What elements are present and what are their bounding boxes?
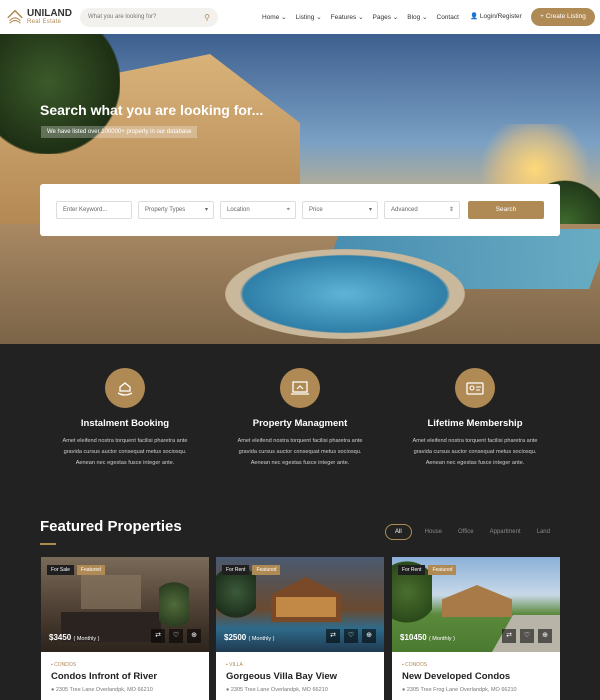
feature-desc: Amet eleifend nostra torquent facilisi p… — [412, 438, 538, 466]
status-badge: For Rent — [398, 565, 426, 575]
feature-title: Lifetime Membership — [427, 418, 523, 429]
feature-management: Property Managment Amet eleifend nostra … — [210, 368, 390, 469]
compare-icon[interactable]: ⇄ — [326, 629, 340, 643]
create-listing-button[interactable]: + Create Listing — [531, 8, 595, 26]
property-card[interactable]: For Sale Featured $3450 ( Monthly ) ⇄ ♡ ⊕ ▪… — [41, 557, 209, 700]
feature-desc: Amet eleifend nostra torquent facilisi p… — [237, 438, 363, 466]
property-type-label: Property Types — [145, 207, 186, 213]
hero-pool-image — [225, 249, 465, 339]
compare-icon[interactable]: ⇄ — [151, 629, 165, 643]
filter-land[interactable]: Land — [537, 529, 550, 535]
advanced-label: Advanced — [391, 207, 418, 213]
zoom-icon[interactable]: ⊕ — [187, 629, 201, 643]
property-price: $3450 ( Monthly ) — [49, 633, 100, 642]
featured-badge: Featured — [252, 565, 281, 575]
heart-icon[interactable]: ♡ — [344, 629, 358, 643]
location-icon: ⌖ — [286, 207, 290, 213]
nav-features[interactable]: Features ⌄ — [331, 13, 364, 21]
logo-tagline: Real Estate — [27, 19, 62, 25]
features-section: Instalment Booking Amet eleifend nostra … — [0, 344, 600, 494]
property-price: $10450 ( Monthly ) — [400, 633, 455, 642]
property-image[interactable]: For Rent Featured $2500 ( Monthly ) ⇄ ♡ ⊕ — [216, 557, 384, 652]
property-type: ▪ VILLA — [226, 662, 243, 668]
laptop-house-icon — [280, 368, 320, 408]
featured-badge: Featured — [428, 565, 457, 575]
filter-appartment[interactable]: Appartment — [490, 529, 521, 535]
property-type-select[interactable]: Property Types ▾ — [138, 201, 214, 219]
nav-pages[interactable]: Pages ⌄ — [373, 13, 399, 21]
property-address: ● 2305 Tree Lane Overlandpk, MO 66210 — [226, 687, 328, 693]
property-card[interactable]: For Rent Featured $2500 ( Monthly ) ⇄ ♡ ⊕ ▪… — [216, 557, 384, 700]
heart-icon[interactable]: ♡ — [520, 629, 534, 643]
property-type: ▪ CONDOS — [402, 662, 428, 668]
search-input[interactable]: What you are looking for? ⚲ — [80, 8, 218, 27]
property-address: ● 2305 Tree Frog Lane Overlandpk, MO 662… — [402, 687, 517, 693]
hand-house-icon — [105, 368, 145, 408]
keyword-placeholder: Enter Keyword... — [63, 207, 108, 213]
property-card[interactable]: For Rent Featured $10450 ( Monthly ) ⇄ ♡ ⊕ … — [392, 557, 560, 700]
property-name[interactable]: Gorgeous Villa Bay View — [226, 671, 384, 682]
hero-title: Search what you are looking for... — [40, 102, 264, 118]
main-nav: Home ⌄ Listing ⌄ Features ⌄ Pages ⌄ Blog… — [262, 0, 468, 34]
site-header: UNILAND Real Estate What you are looking… — [0, 0, 600, 34]
chevron-down-icon: ▾ — [368, 207, 372, 213]
nav-blog[interactable]: Blog ⌄ — [407, 13, 427, 21]
nav-listing[interactable]: Listing ⌄ — [296, 13, 322, 21]
logo-name: UNILAND — [27, 8, 72, 19]
user-icon: 👤 — [470, 13, 479, 20]
filter-all[interactable]: All — [385, 524, 412, 540]
filter-office[interactable]: Office — [458, 529, 474, 535]
section-title: Featured Properties — [40, 518, 182, 535]
property-image[interactable]: For Rent Featured $10450 ( Monthly ) ⇄ ♡ ⊕ — [392, 557, 560, 652]
property-image[interactable]: For Sale Featured $3450 ( Monthly ) ⇄ ♡ ⊕ — [41, 557, 209, 652]
property-name[interactable]: Condos Infront of River — [51, 671, 209, 682]
search-placeholder: What you are looking for? — [88, 14, 157, 20]
search-button[interactable]: Search — [468, 201, 544, 219]
hero-subtitle: We have listed over 100000+ property in … — [41, 126, 198, 138]
advanced-toggle[interactable]: Advanced ⇕ — [384, 201, 460, 219]
search-panel: Enter Keyword... Property Types ▾ Locati… — [40, 184, 560, 236]
property-type: ▪ CONDOS — [51, 662, 77, 668]
property-name[interactable]: New Developed Condos — [402, 671, 560, 682]
heart-icon[interactable]: ♡ — [169, 629, 183, 643]
logo-house-icon — [7, 9, 23, 24]
status-badge: For Sale — [47, 565, 74, 575]
feature-instalment: Instalment Booking Amet eleifend nostra … — [35, 368, 215, 469]
price-label: Price — [309, 207, 323, 213]
zoom-icon[interactable]: ⊕ — [538, 629, 552, 643]
keyword-input[interactable]: Enter Keyword... — [56, 201, 132, 219]
location-label: Location — [227, 207, 250, 213]
zoom-icon[interactable]: ⊕ — [362, 629, 376, 643]
feature-title: Instalment Booking — [80, 418, 170, 429]
property-price: $2500 ( Monthly ) — [224, 633, 275, 642]
price-select[interactable]: Price ▾ — [302, 201, 378, 219]
compare-icon[interactable]: ⇄ — [502, 629, 516, 643]
nav-home[interactable]: Home ⌄ — [262, 13, 287, 21]
property-filter-tabs: All House Office Appartment Land — [385, 524, 566, 540]
search-icon[interactable]: ⚲ — [204, 8, 210, 27]
feature-desc: Amet eleifend nostra torquent facilisi p… — [62, 438, 188, 466]
feature-membership: Lifetime Membership Amet eleifend nostra… — [385, 368, 565, 469]
chevron-down-icon: ▾ — [204, 207, 208, 213]
id-card-icon — [455, 368, 495, 408]
feature-title: Property Managment — [252, 418, 348, 429]
logo[interactable]: UNILAND Real Estate — [6, 8, 76, 26]
status-badge: For Rent — [222, 565, 250, 575]
property-address: ● 2305 Tree Lane Overlandpk, MO 66210 — [51, 687, 153, 693]
filter-house[interactable]: House — [425, 529, 442, 535]
login-register-link[interactable]: 👤 Login/Register — [470, 12, 522, 20]
login-label: Login/Register — [479, 13, 522, 20]
featured-badge: Featured — [76, 565, 105, 575]
nav-contact[interactable]: Contact — [437, 14, 459, 21]
title-underline — [40, 543, 56, 545]
up-down-icon: ⇕ — [448, 207, 454, 213]
location-select[interactable]: Location ⌖ — [220, 201, 296, 219]
